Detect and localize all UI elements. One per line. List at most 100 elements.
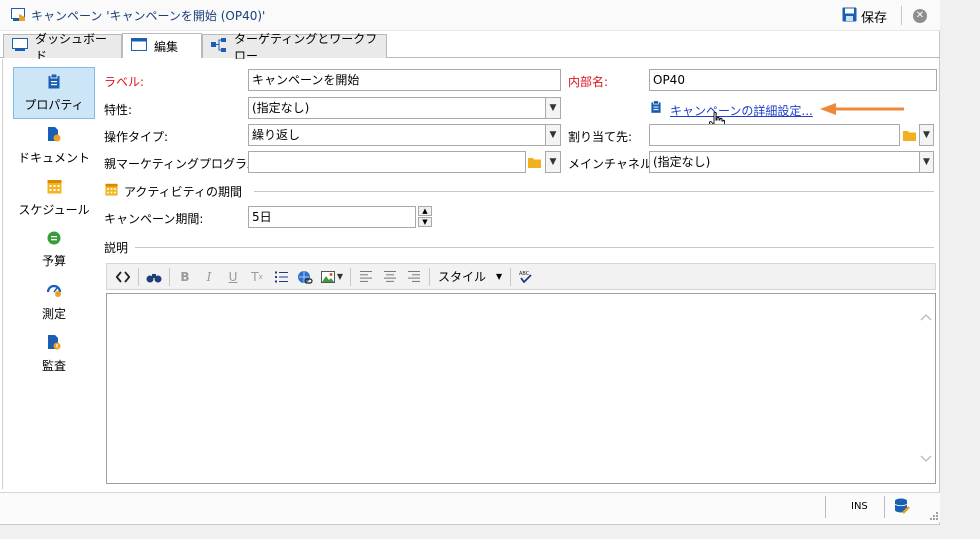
description-heading: 説明 xyxy=(104,241,129,255)
coin-icon xyxy=(47,231,61,248)
parent-program-label: 親マーケティングプログラム: xyxy=(104,157,263,171)
campaign-icon xyxy=(11,8,26,25)
italic-icon[interactable]: I xyxy=(197,266,221,288)
resize-grip-icon[interactable] xyxy=(929,511,939,521)
toolbar-separator xyxy=(169,267,170,286)
campaign-period-stepper[interactable]: ▲ ▼ xyxy=(418,206,434,228)
nav-audit[interactable]: 監査 xyxy=(13,329,95,379)
toolbar-separator xyxy=(138,267,139,286)
find-binoculars-icon[interactable] xyxy=(142,266,166,288)
section-divider xyxy=(135,247,934,248)
nav-documents-label: ドキュメント xyxy=(17,150,90,165)
dashboard-icon xyxy=(12,38,28,55)
campaign-period-label: キャンペーン期間: xyxy=(104,212,204,226)
close-icon[interactable]: ✕ xyxy=(913,9,927,23)
rich-text-toolbar: B I U Tx ▼ スタイル ▼ ABC xyxy=(106,263,936,290)
insert-mode-indicator: INS xyxy=(851,501,868,512)
bold-icon[interactable]: B xyxy=(173,266,197,288)
tab-bar: ダッシュボード 編集 ターゲティングとワークフロー xyxy=(0,32,940,63)
nature-label: 特性: xyxy=(104,103,133,117)
save-button[interactable]: 保存 xyxy=(838,5,891,27)
tab-edit[interactable]: 編集 xyxy=(122,33,202,58)
section-nav: プロパティ ドキュメント スケジュール 予算 測定 監査 xyxy=(13,67,97,381)
spellcheck-icon[interactable]: ABC xyxy=(514,266,538,288)
toolbar-separator xyxy=(429,267,430,286)
gauge-icon xyxy=(46,283,62,301)
description-editor[interactable] xyxy=(106,293,936,484)
parent-program-dropdown-icon[interactable]: ▼ xyxy=(545,151,561,173)
clipboard-icon xyxy=(48,73,60,92)
clipboard-icon xyxy=(651,100,661,117)
audit-icon xyxy=(47,334,61,353)
tab-edit-label: 編集 xyxy=(154,39,179,54)
insert-image-icon[interactable]: ▼ xyxy=(317,266,347,288)
nav-schedule-label: スケジュール xyxy=(18,202,90,217)
source-code-icon[interactable] xyxy=(111,266,135,288)
operation-type-select[interactable]: 繰り返し xyxy=(248,124,546,146)
operation-type-dropdown-icon[interactable]: ▼ xyxy=(545,124,561,146)
status-separator xyxy=(884,496,885,518)
nav-schedule[interactable]: スケジュール xyxy=(13,173,95,223)
svg-text:ABC: ABC xyxy=(519,271,530,277)
internal-name-input[interactable]: OP40 xyxy=(649,69,937,91)
database-icon xyxy=(894,498,910,518)
folder-icon[interactable] xyxy=(901,124,918,146)
tab-dashboard[interactable]: ダッシュボード xyxy=(3,32,122,63)
operation-type-label: 操作タイプ: xyxy=(104,130,169,144)
nav-documents[interactable]: ドキュメント xyxy=(13,121,95,171)
nav-budget-label: 予算 xyxy=(41,254,66,268)
title-bar: キャンペーン 'キャンペーンを開始 (OP40)' 保存 ✕ xyxy=(0,0,940,31)
folder-icon[interactable] xyxy=(526,151,543,173)
align-center-icon[interactable] xyxy=(378,266,402,288)
nav-measure[interactable]: 測定 xyxy=(13,277,95,327)
label-input[interactable]: キャンペーンを開始 xyxy=(248,69,561,91)
main-channel-dropdown-icon[interactable]: ▼ xyxy=(919,151,934,173)
toolbar-separator xyxy=(350,267,351,286)
assigned-to-label: 割り当て先: xyxy=(568,130,633,144)
nav-audit-label: 監査 xyxy=(41,358,66,373)
workflow-icon xyxy=(211,38,227,55)
main-channel-select[interactable]: (指定なし) xyxy=(649,151,920,173)
align-right-icon[interactable] xyxy=(402,266,426,288)
tab-targeting-workflow[interactable]: ターゲティングとワークフロー xyxy=(202,32,387,63)
nav-budget[interactable]: 予算 xyxy=(13,225,95,275)
editor-scrollbar[interactable] xyxy=(917,294,935,483)
label-field-label: ラベル: xyxy=(104,75,145,89)
chevron-down-icon: ▼ xyxy=(496,272,503,281)
advanced-settings-link[interactable]: キャンペーンの詳細設定... xyxy=(670,102,813,119)
calendar-icon xyxy=(47,179,62,197)
insert-link-icon[interactable] xyxy=(293,266,317,288)
style-dropdown[interactable]: スタイル ▼ xyxy=(433,268,507,285)
status-separator xyxy=(825,496,826,518)
chevron-down-icon[interactable]: ▼ xyxy=(418,217,432,227)
assigned-to-input[interactable] xyxy=(649,124,900,146)
main-channel-label: メインチャネル: xyxy=(568,157,656,171)
nav-properties-label: プロパティ xyxy=(24,97,84,112)
section-divider xyxy=(254,191,934,192)
annotation-arrow-icon xyxy=(820,103,904,115)
save-label: 保存 xyxy=(861,10,888,26)
align-left-icon[interactable] xyxy=(354,266,378,288)
campaign-period-input[interactable]: 5日 xyxy=(248,206,416,228)
edit-form-icon xyxy=(131,38,147,54)
nav-properties[interactable]: プロパティ xyxy=(13,67,95,119)
nav-measure-label: 測定 xyxy=(41,306,66,321)
edit-panel: プロパティ ドキュメント スケジュール 予算 測定 監査 ラベル: キャンペーン… xyxy=(2,59,937,489)
activity-period-heading: アクティビティの期間 xyxy=(124,185,242,199)
assigned-to-dropdown-icon[interactable]: ▼ xyxy=(919,124,934,146)
parent-program-input[interactable] xyxy=(248,151,526,173)
status-bar: INS xyxy=(0,492,940,522)
toolbar-separator xyxy=(510,267,512,286)
nature-dropdown-icon[interactable]: ▼ xyxy=(545,97,561,119)
campaign-window: キャンペーン 'キャンペーンを開始 (OP40)' 保存 ✕ ダッシュボード 編… xyxy=(0,0,940,525)
bullet-list-icon[interactable] xyxy=(269,266,293,288)
clear-format-icon[interactable]: Tx xyxy=(245,266,269,288)
internal-name-label: 内部名: xyxy=(568,75,609,89)
document-icon xyxy=(47,126,61,145)
nature-select[interactable]: (指定なし) xyxy=(248,97,546,119)
window-title: キャンペーン 'キャンペーンを開始 (OP40)' xyxy=(31,9,266,23)
underline-icon[interactable]: U xyxy=(221,266,245,288)
calendar-icon xyxy=(105,183,118,199)
save-icon xyxy=(842,7,857,26)
chevron-up-icon[interactable]: ▲ xyxy=(418,206,432,216)
